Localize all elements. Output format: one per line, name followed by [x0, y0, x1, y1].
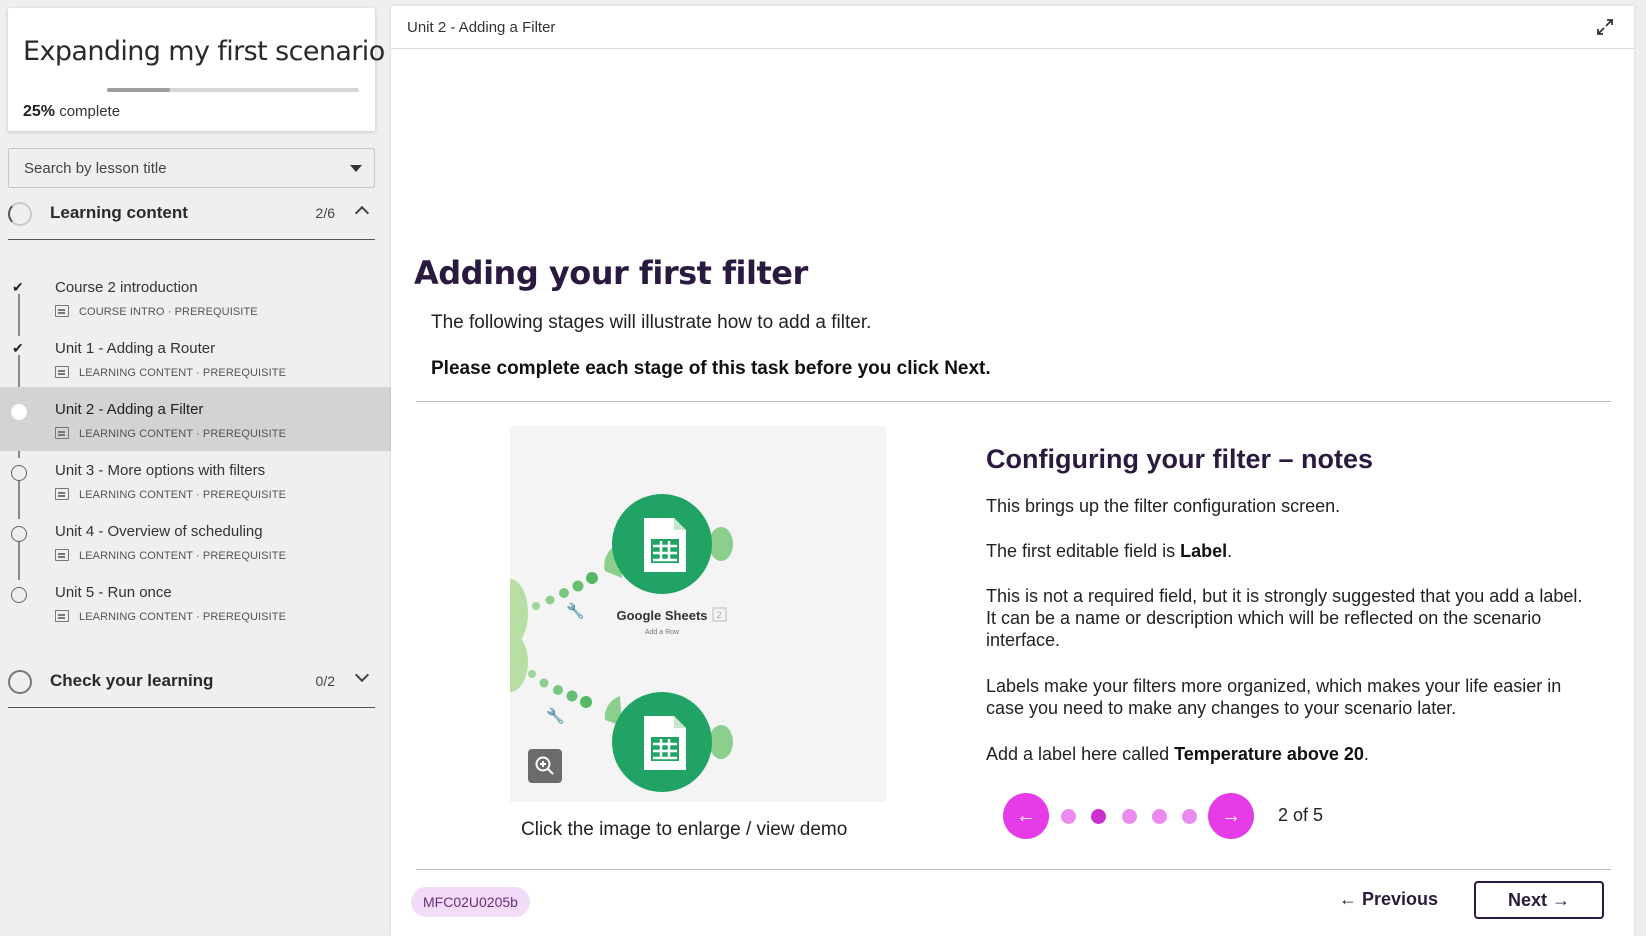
- carousel-prev-button[interactable]: ←: [1003, 793, 1049, 839]
- lesson-item-unit-3[interactable]: Unit 3 - More options with filters LEARN…: [0, 448, 391, 512]
- lesson-meta: LEARNING CONTENT · PREREQUISITE: [79, 611, 287, 623]
- lesson-header: Unit 2 - Adding a Filter: [391, 6, 1634, 49]
- caret-down-icon: [350, 165, 362, 172]
- lesson-search-placeholder: Search by lesson title: [24, 160, 167, 177]
- carousel-dot[interactable]: [1061, 809, 1076, 824]
- page-title: Adding your first filter: [414, 254, 808, 292]
- course-progress-card: Expanding my first scenario 25% complete: [8, 8, 385, 131]
- lesson-item-unit-5[interactable]: Unit 5 - Run once LEARNING CONTENT · PRE…: [0, 570, 391, 634]
- not-started-circle-icon: [11, 587, 27, 603]
- intro-text: The following stages will illustrate how…: [431, 312, 872, 333]
- not-started-circle-icon: [11, 526, 27, 542]
- previous-button[interactable]: ← Previous: [1339, 889, 1438, 910]
- not-started-ring-icon: [8, 670, 32, 694]
- notes-text: The first editable field is: [986, 541, 1181, 561]
- lesson-meta: COURSE INTRO · PREREQUISITE: [79, 306, 258, 318]
- content-icon: [55, 610, 69, 622]
- lesson-title: Course 2 introduction: [55, 279, 198, 296]
- lesson-search-dropdown[interactable]: Search by lesson title: [8, 148, 375, 188]
- lesson-meta: LEARNING CONTENT · PREREQUISITE: [79, 428, 287, 440]
- notes-paragraph: The first editable field is Label.: [986, 540, 1596, 562]
- section-title: Learning content: [50, 203, 188, 222]
- carousel-counter: 2 of 5: [1278, 805, 1324, 825]
- lesson-item-unit-4[interactable]: Unit 4 - Overview of scheduling LEARNING…: [0, 509, 391, 573]
- notes-text: .: [1363, 744, 1369, 764]
- lesson-item-course-intro[interactable]: ✔ Course 2 introduction COURSE INTRO · P…: [0, 265, 391, 329]
- wrench-icon: 🔧: [566, 601, 585, 620]
- lesson-item-unit-1[interactable]: ✔ Unit 1 - Adding a Router LEARNING CONT…: [0, 326, 391, 390]
- previous-label: Previous: [1362, 889, 1439, 909]
- not-started-circle-icon: [11, 465, 27, 481]
- section-title: Check your learning: [50, 671, 214, 690]
- carousel-next-button[interactable]: →: [1208, 793, 1254, 839]
- notes-emphasis: Temperature above 20: [1174, 744, 1364, 764]
- module-label: Google Sheets: [616, 608, 707, 623]
- lesson-item-unit-2[interactable]: Unit 2 - Adding a Filter LEARNING CONTEN…: [0, 387, 391, 451]
- scenario-diagram: Google Sheets 2 Add a Row 🔧 🔧: [510, 494, 733, 792]
- wrench-icon: 🔧: [546, 706, 565, 725]
- lesson-meta: LEARNING CONTENT · PREREQUISITE: [79, 367, 287, 379]
- notes-emphasis: Label: [1180, 541, 1228, 561]
- content-icon: [55, 366, 69, 378]
- lesson-code-badge: MFC02U0205b: [411, 887, 530, 917]
- chevron-down-icon[interactable]: [354, 667, 370, 683]
- lesson-content-panel: Unit 2 - Adding a Filter Adding your fir…: [391, 6, 1634, 936]
- content-icon: [55, 488, 69, 500]
- demo-image[interactable]: Google Sheets 2 Add a Row 🔧 🔧: [510, 426, 886, 802]
- section-count: 0/2: [315, 673, 335, 689]
- notes-paragraph: This brings up the filter configuration …: [986, 496, 1341, 516]
- divider: [416, 401, 1611, 402]
- lesson-title: Unit 1 - Adding a Router: [55, 340, 216, 357]
- chevron-up-icon[interactable]: [354, 205, 370, 221]
- current-lesson-marker-icon: [11, 404, 27, 420]
- checkmark-icon: ✔: [12, 340, 24, 356]
- lesson-title: Unit 5 - Run once: [55, 584, 172, 601]
- notes-text: .: [1227, 541, 1233, 561]
- lesson-header-title: Unit 2 - Adding a Filter: [407, 19, 556, 36]
- divider: [416, 869, 1611, 870]
- progress-percent: 25%: [23, 103, 56, 120]
- notes-title: Configuring your filter – notes: [986, 444, 1374, 474]
- progress-text: 25% complete: [23, 103, 120, 121]
- stage-carousel: ← → 2 of 5: [1003, 793, 1363, 839]
- notes-text: Add a label here called: [986, 744, 1175, 764]
- module-subtitle: Add a Row: [645, 629, 680, 636]
- carousel-dot-active[interactable]: [1091, 809, 1106, 824]
- carousel-dot[interactable]: [1122, 809, 1137, 824]
- lesson-title: Unit 4 - Overview of scheduling: [55, 523, 263, 540]
- lesson-title: Unit 2 - Adding a Filter: [55, 401, 204, 418]
- section-count: 2/6: [315, 205, 335, 221]
- lesson-meta: LEARNING CONTENT · PREREQUISITE: [79, 550, 287, 562]
- arrow-left-icon: ←: [1339, 889, 1357, 909]
- zoom-in-icon: [535, 756, 554, 775]
- progress-bar: [107, 88, 359, 92]
- image-caption: Click the image to enlarge / view demo: [521, 819, 848, 840]
- next-button[interactable]: Next →: [1474, 881, 1604, 919]
- arrow-right-icon: →: [1552, 890, 1571, 910]
- progress-suffix: complete: [59, 103, 121, 120]
- notes-paragraph: This is not a required field, but it is …: [986, 586, 1583, 650]
- checkmark-icon: ✔: [12, 279, 24, 295]
- carousel-dot[interactable]: [1152, 809, 1167, 824]
- course-title: Expanding my first scenario: [23, 36, 385, 67]
- notes-paragraph: Labels make your filters more organized,…: [986, 676, 1562, 718]
- progress-ring-icon: [8, 202, 32, 226]
- content-icon: [55, 427, 69, 439]
- module-badge: 2: [716, 610, 721, 620]
- expand-icon[interactable]: [1596, 18, 1614, 36]
- zoom-in-button[interactable]: [528, 749, 562, 783]
- section-check-your-learning[interactable]: Check your learning 0/2: [8, 656, 375, 708]
- next-label: Next: [1507, 890, 1547, 910]
- notes-paragraph: Add a label here called Temperature abov…: [986, 743, 1596, 765]
- lesson-title: Unit 3 - More options with filters: [55, 462, 266, 479]
- document-icon: [55, 305, 69, 317]
- section-learning-content[interactable]: Learning content 2/6: [8, 188, 375, 240]
- progress-bar-fill: [107, 88, 170, 92]
- intro-instruction: Please complete each stage of this task …: [431, 358, 991, 379]
- lesson-sidebar: Expanding my first scenario 25% complete…: [0, 0, 391, 936]
- lesson-meta: LEARNING CONTENT · PREREQUISITE: [79, 489, 287, 501]
- content-icon: [55, 549, 69, 561]
- carousel-dot[interactable]: [1182, 809, 1197, 824]
